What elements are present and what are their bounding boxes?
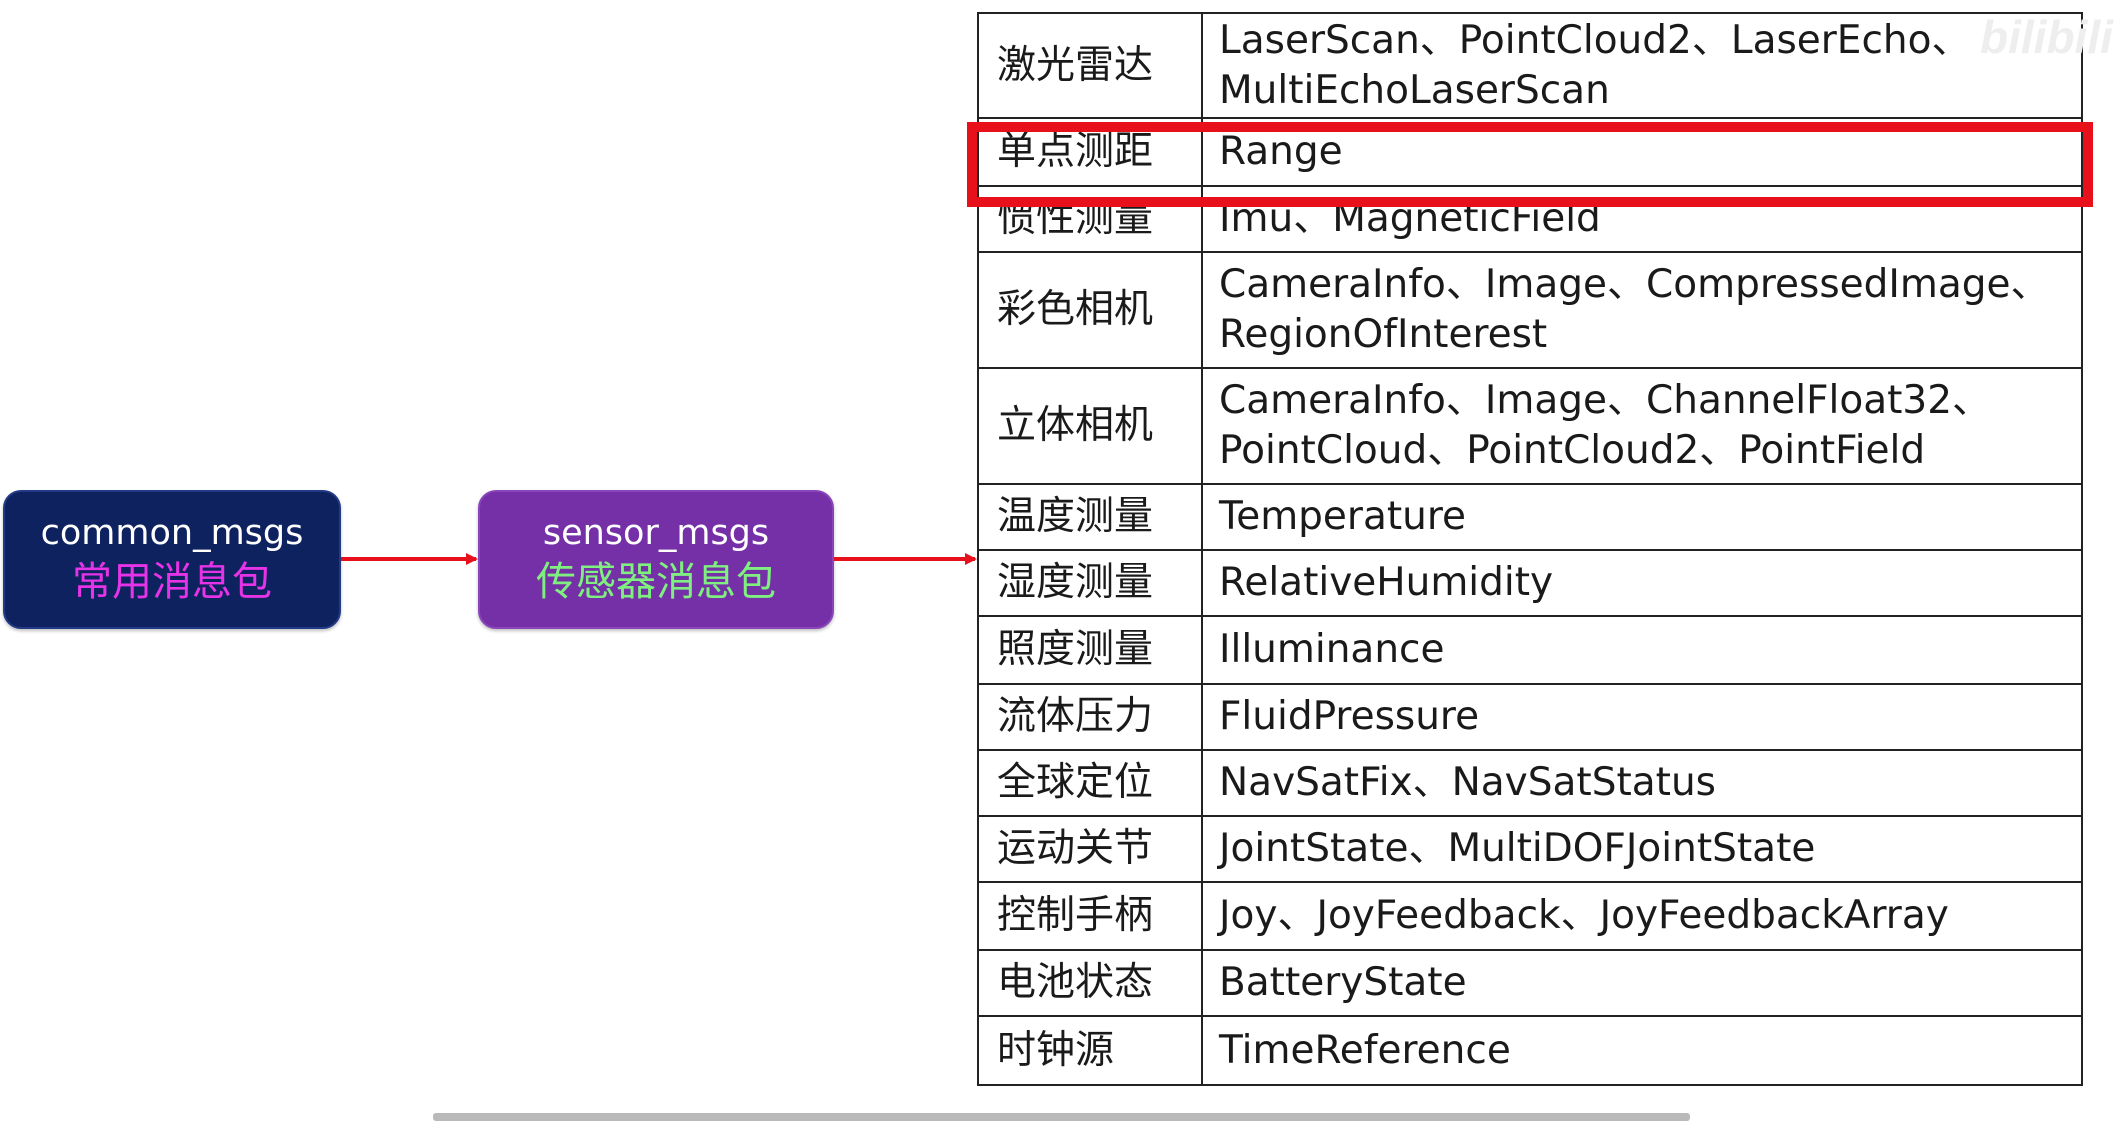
message-types-cell: CameraInfo、Image、ChannelFloat32、 PointCl… bbox=[1201, 367, 2083, 485]
message-types-cell: NavSatFix、NavSatStatus bbox=[1201, 749, 2083, 817]
sensor-category-cell: 控制手柄 bbox=[977, 881, 1203, 951]
table-row: 运动关节 JointState、MultiDOFJointState bbox=[977, 815, 2083, 883]
message-types-cell: JointState、MultiDOFJointState bbox=[1201, 815, 2083, 883]
table-row: 全球定位 NavSatFix、NavSatStatus bbox=[977, 749, 2083, 817]
sensor-category-cell: 彩色相机 bbox=[977, 251, 1203, 369]
message-types-cell: CameraInfo、Image、CompressedImage、 Region… bbox=[1201, 251, 2083, 369]
sensor-category-cell: 流体压力 bbox=[977, 683, 1203, 751]
sensor-category-cell: 照度测量 bbox=[977, 615, 1203, 685]
message-types-cell: Illuminance bbox=[1201, 615, 2083, 685]
table-row: 湿度测量 RelativeHumidity bbox=[977, 549, 2083, 617]
table-row: 彩色相机 CameraInfo、Image、CompressedImage、 Re… bbox=[977, 251, 2083, 369]
table-row: 照度测量 Illuminance bbox=[977, 615, 2083, 685]
horizontal-scrollbar[interactable] bbox=[433, 1113, 1690, 1121]
table-row: 控制手柄 Joy、JoyFeedback、JoyFeedbackArray bbox=[977, 881, 2083, 951]
message-types-cell: TimeReference bbox=[1201, 1015, 2083, 1086]
sensor-category-cell: 电池状态 bbox=[977, 949, 1203, 1017]
message-types-cell: RelativeHumidity bbox=[1201, 549, 2083, 617]
message-types-cell: BatteryState bbox=[1201, 949, 2083, 1017]
sensor-category-cell: 运动关节 bbox=[977, 815, 1203, 883]
sensor-category-cell: 立体相机 bbox=[977, 367, 1203, 485]
message-types-cell: FluidPressure bbox=[1201, 683, 2083, 751]
message-types-cell: Temperature bbox=[1201, 483, 2083, 551]
sensor-category-cell: 激光雷达 bbox=[977, 12, 1203, 119]
message-types-cell: Joy、JoyFeedback、JoyFeedbackArray bbox=[1201, 881, 2083, 951]
sensor-category-cell: 全球定位 bbox=[977, 749, 1203, 817]
sensor-category-cell: 时钟源 bbox=[977, 1015, 1203, 1086]
table-row: 流体压力 FluidPressure bbox=[977, 683, 2083, 751]
table-row: 激光雷达 LaserScan、PointCloud2、LaserEcho、 Mul… bbox=[977, 12, 2083, 119]
sensor-category-cell: 温度测量 bbox=[977, 483, 1203, 551]
table-row: 温度测量 Temperature bbox=[977, 483, 2083, 551]
table-row: 电池状态 BatteryState bbox=[977, 949, 2083, 1017]
table-row: 立体相机 CameraInfo、Image、ChannelFloat32、 Poi… bbox=[977, 367, 2083, 485]
sensor-category-cell: 湿度测量 bbox=[977, 549, 1203, 617]
range-row-highlight-box bbox=[967, 122, 2093, 207]
message-types-cell: LaserScan、PointCloud2、LaserEcho、 MultiEc… bbox=[1201, 12, 2083, 119]
bilibili-watermark: bilibili bbox=[1980, 11, 2113, 63]
table-row: 时钟源 TimeReference bbox=[977, 1015, 2083, 1086]
